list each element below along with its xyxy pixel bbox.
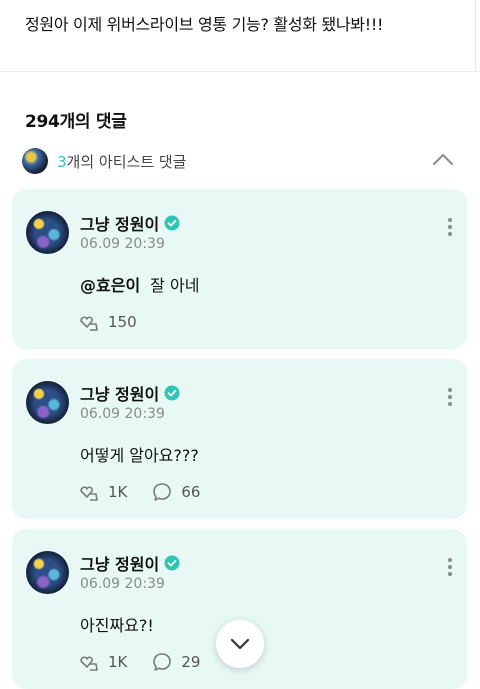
comment-date: 06.09 20:39 <box>80 406 165 422</box>
chevron-up-icon[interactable] <box>432 151 454 167</box>
more-icon[interactable] <box>447 387 453 407</box>
comment-card: 그냥 정원이 06.09 20:39 @효은이 잘 아네 150 <box>12 189 467 349</box>
like-count: 1K <box>108 483 128 501</box>
reply-icon[interactable] <box>151 481 173 503</box>
reply-count: 29 <box>181 653 201 671</box>
more-icon[interactable] <box>447 217 453 237</box>
like-icon[interactable] <box>78 311 100 333</box>
comment-actions: 1K 66 <box>78 481 224 503</box>
comment-date: 06.09 20:39 <box>80 236 165 252</box>
like-count: 150 <box>108 313 137 331</box>
verified-icon <box>164 215 180 231</box>
comment-actions: 150 <box>78 311 161 333</box>
scrollbar-track <box>475 0 476 71</box>
like-count: 1K <box>108 653 128 671</box>
comment-card: 그냥 정원이 06.09 20:39 어떻게 알아요??? 1K 66 <box>12 359 467 519</box>
like-icon[interactable] <box>78 651 100 673</box>
artist-comment-text: 개의 아티스트 댓글 <box>66 152 187 171</box>
reply-icon[interactable] <box>151 651 173 673</box>
comment-body: @효은이 잘 아네 <box>80 272 199 296</box>
artist-comments-toggle[interactable]: 3개의 아티스트 댓글 <box>22 147 458 175</box>
comment-text: 아진짜요?! <box>80 616 154 635</box>
avatar[interactable] <box>26 551 69 594</box>
comment-text: 잘 아네 <box>150 276 200 295</box>
reply-count: 66 <box>181 483 201 501</box>
comment-author[interactable]: 그냥 정원이 <box>80 551 180 575</box>
comment-date: 06.09 20:39 <box>80 576 165 592</box>
post-text: 정원아 이제 위버스라이브 영통 기능? 활성화 됐나봐!!! <box>25 15 384 34</box>
divider <box>0 71 480 72</box>
comment-author[interactable]: 그냥 정원이 <box>80 381 180 405</box>
scroll-down-button[interactable] <box>216 620 264 668</box>
verified-icon <box>164 555 180 571</box>
avatar[interactable] <box>26 381 69 424</box>
author-name: 그냥 정원이 <box>80 555 160 574</box>
avatar[interactable] <box>26 211 69 254</box>
verified-icon <box>164 385 180 401</box>
avatar <box>22 148 48 174</box>
comment-body: 어떻게 알아요??? <box>80 442 199 466</box>
mention[interactable]: @효은이 <box>80 276 140 295</box>
author-name: 그냥 정원이 <box>80 215 160 234</box>
artist-comments-label: 3개의 아티스트 댓글 <box>57 151 186 172</box>
comment-author[interactable]: 그냥 정원이 <box>80 211 180 235</box>
comment-body: 아진짜요?! <box>80 612 154 636</box>
comment-text: 어떻게 알아요??? <box>80 446 199 465</box>
chevron-down-icon <box>230 638 250 650</box>
more-icon[interactable] <box>447 557 453 577</box>
artist-comment-count: 3 <box>57 152 67 171</box>
like-icon[interactable] <box>78 481 100 503</box>
author-name: 그냥 정원이 <box>80 385 160 404</box>
comment-actions: 1K 29 <box>78 651 224 673</box>
comment-count: 294개의 댓글 <box>25 112 127 132</box>
